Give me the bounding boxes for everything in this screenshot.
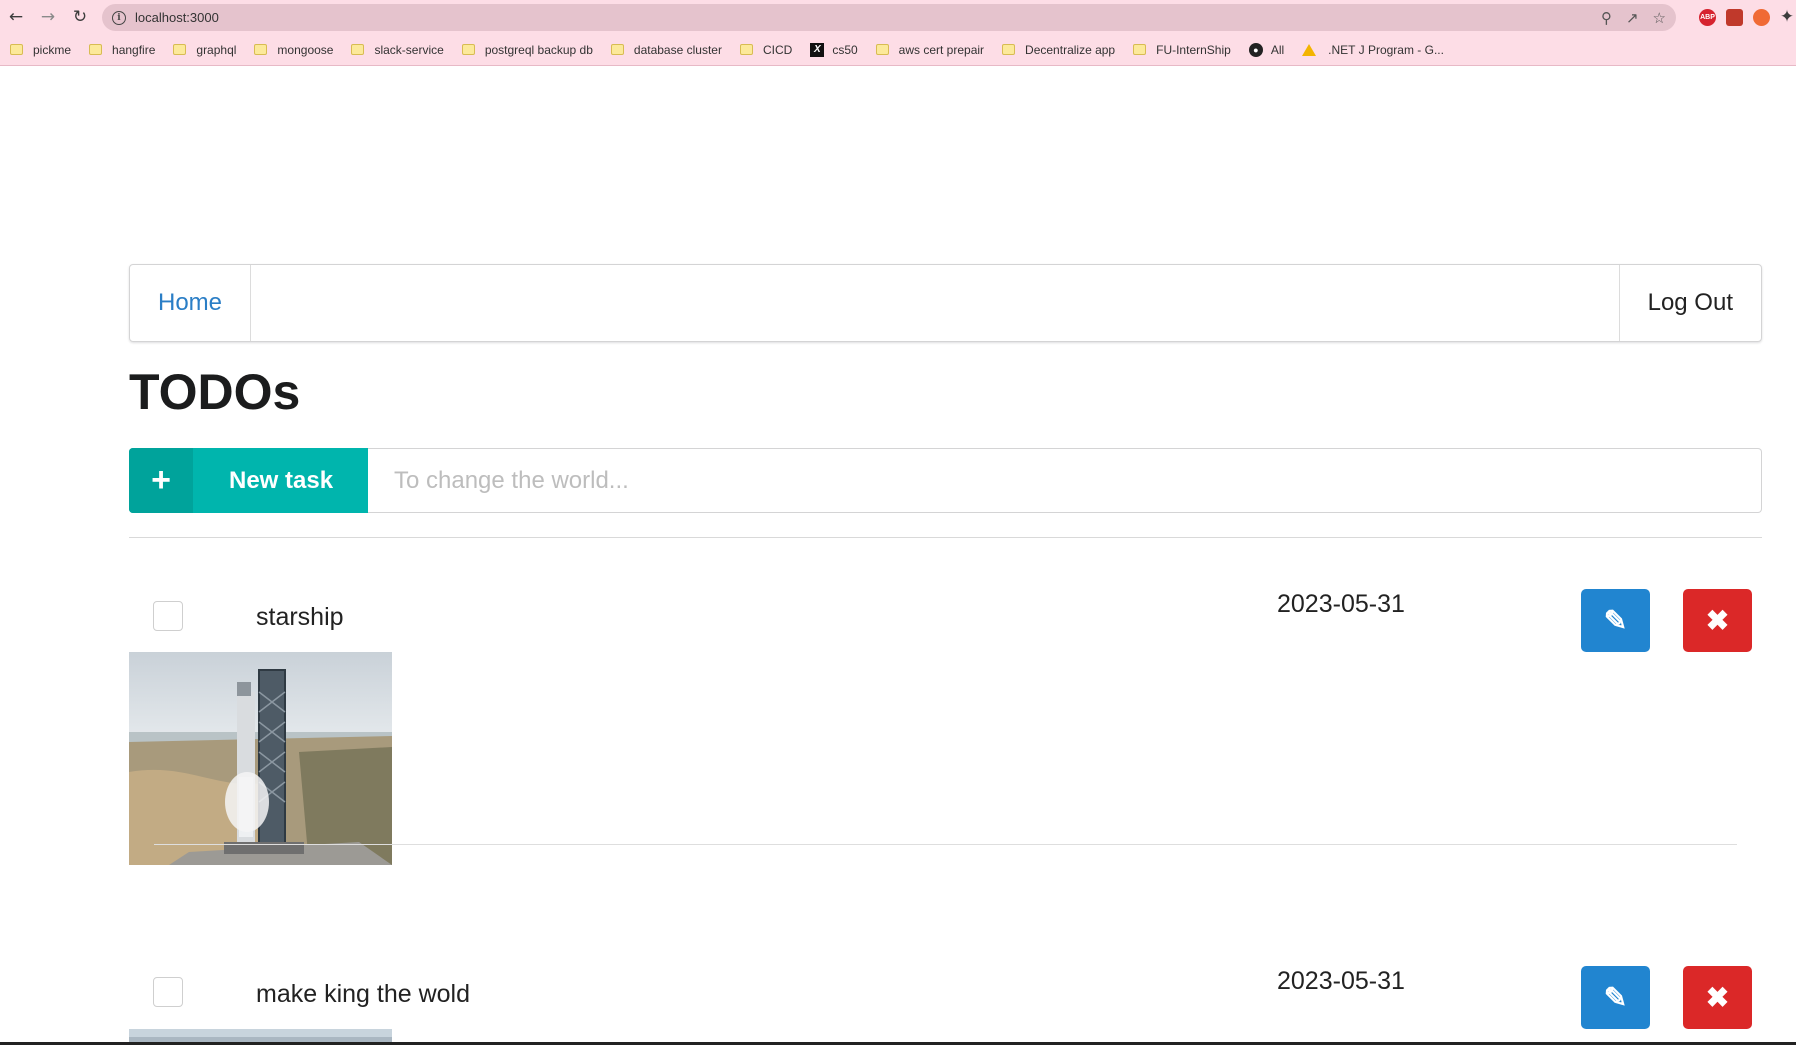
- bookmark-label: aws cert prepair: [898, 42, 985, 57]
- bookmark-folder[interactable]: graphql: [173, 43, 236, 57]
- bookmark-folder[interactable]: hangfire: [89, 43, 155, 57]
- reload-icon[interactable]: ↻: [64, 0, 96, 34]
- folder-icon: [875, 44, 889, 55]
- todo-title: starship: [256, 603, 344, 631]
- bookmark-star-icon[interactable]: ☆: [1653, 9, 1666, 27]
- todo-date: 2023-05-31: [1277, 967, 1405, 995]
- bookmark-label: database cluster: [633, 42, 722, 57]
- bookmark-folder[interactable]: FU-InternShip: [1133, 43, 1231, 57]
- bookmark-folder[interactable]: aws cert prepair: [875, 42, 985, 57]
- extension-icon[interactable]: [1726, 8, 1743, 26]
- bookmark-label: CICD: [762, 42, 793, 57]
- bookmark-link[interactable]: .NET J Program - G...: [1302, 43, 1444, 57]
- google-drive-icon: [1302, 43, 1317, 56]
- folder-icon: [610, 44, 624, 55]
- new-task-label: New task: [229, 466, 334, 494]
- new-task-form: + New task: [129, 448, 1762, 513]
- bookmark-folder[interactable]: CICD: [739, 42, 793, 57]
- bookmark-label: .NET J Program - G...: [1328, 42, 1444, 57]
- todo-date: 2023-05-31: [1277, 590, 1405, 618]
- bookmark-folder[interactable]: slack-service: [351, 42, 444, 57]
- delete-button[interactable]: ✖: [1683, 589, 1752, 652]
- todo-checkbox[interactable]: [153, 977, 183, 1007]
- todo-checkbox[interactable]: [153, 601, 183, 631]
- edit-button[interactable]: ✎: [1581, 966, 1650, 1029]
- bookmark-label: FU-InternShip: [1156, 42, 1231, 57]
- bookmark-label: graphql: [196, 42, 237, 57]
- close-icon: ✖: [1705, 605, 1730, 636]
- logout-link[interactable]: Log Out: [1618, 265, 1761, 341]
- share-icon[interactable]: ↗: [1626, 9, 1639, 27]
- bookmark-label: mongoose: [277, 42, 334, 57]
- bookmark-folder[interactable]: database cluster: [610, 42, 722, 57]
- bookmark-label: hangfire: [112, 42, 156, 57]
- todo-image: [129, 652, 392, 865]
- menu-spacer: [251, 265, 1619, 341]
- bookmark-label: postgreql backup db: [484, 42, 593, 57]
- folder-icon: [351, 44, 365, 55]
- cs50-icon: X: [810, 42, 825, 57]
- pencil-icon: ✎: [1603, 605, 1628, 636]
- bookmark-label: cs50: [832, 42, 858, 57]
- plus-icon: +: [129, 448, 193, 513]
- bookmarks-bar: pickme hangfire graphql mongoose slack-s…: [0, 34, 1796, 66]
- folder-icon: [89, 44, 103, 55]
- top-menu: Home Log Out: [129, 264, 1762, 342]
- new-task-button[interactable]: + New task: [129, 448, 368, 513]
- bookmark-folder[interactable]: Decentralize app: [1002, 43, 1115, 57]
- folder-icon: [1133, 44, 1147, 55]
- zoom-icon[interactable]: ⚲: [1601, 9, 1612, 27]
- new-task-input[interactable]: [368, 448, 1762, 513]
- home-link[interactable]: Home: [130, 265, 252, 341]
- extension-icon[interactable]: [1753, 8, 1770, 26]
- back-icon[interactable]: ←: [0, 0, 32, 34]
- bookmark-link[interactable]: ● All: [1248, 42, 1285, 57]
- folder-icon: [1002, 44, 1016, 55]
- bookmark-label: Decentralize app: [1025, 42, 1116, 57]
- delete-button[interactable]: ✖: [1683, 966, 1752, 1029]
- bookmark-link[interactable]: Xcs50: [810, 42, 858, 57]
- page-content: Home Log Out TODOs + New task starship 2…: [0, 67, 1796, 1045]
- url-text[interactable]: localhost:3000: [135, 10, 219, 25]
- bookmark-folder[interactable]: mongoose: [254, 43, 333, 57]
- pencil-icon: ✎: [1603, 982, 1628, 1013]
- site-info-icon[interactable]: i: [112, 10, 126, 25]
- bookmark-folder[interactable]: pickme: [10, 43, 71, 57]
- folder-icon: [10, 44, 23, 55]
- close-icon: ✖: [1705, 982, 1730, 1013]
- folder-icon: [739, 44, 753, 55]
- todo-title: make king the wold: [256, 980, 471, 1008]
- address-bar[interactable]: i localhost:3000 ⚲ ↗ ☆: [102, 4, 1676, 31]
- bookmark-folder[interactable]: postgreql backup db: [461, 42, 593, 57]
- divider: [154, 844, 1737, 845]
- puzzle-icon[interactable]: ✦: [1780, 0, 1794, 34]
- bookmark-label: slack-service: [374, 42, 444, 57]
- forward-icon[interactable]: →: [32, 0, 64, 34]
- folder-icon: [254, 44, 268, 55]
- bookmark-label: All: [1270, 42, 1285, 57]
- bookmark-label: pickme: [33, 42, 72, 57]
- folder-icon: [461, 44, 475, 55]
- divider: [129, 537, 1762, 538]
- browser-toolbar: ← → ↻ i localhost:3000 ⚲ ↗ ☆ ABP ✦: [0, 0, 1796, 34]
- adblock-extension-icon[interactable]: ABP: [1699, 8, 1716, 26]
- folder-icon: [173, 44, 187, 55]
- page-title: TODOs: [129, 364, 301, 420]
- globe-icon: ●: [1248, 42, 1263, 57]
- edit-button[interactable]: ✎: [1581, 589, 1650, 652]
